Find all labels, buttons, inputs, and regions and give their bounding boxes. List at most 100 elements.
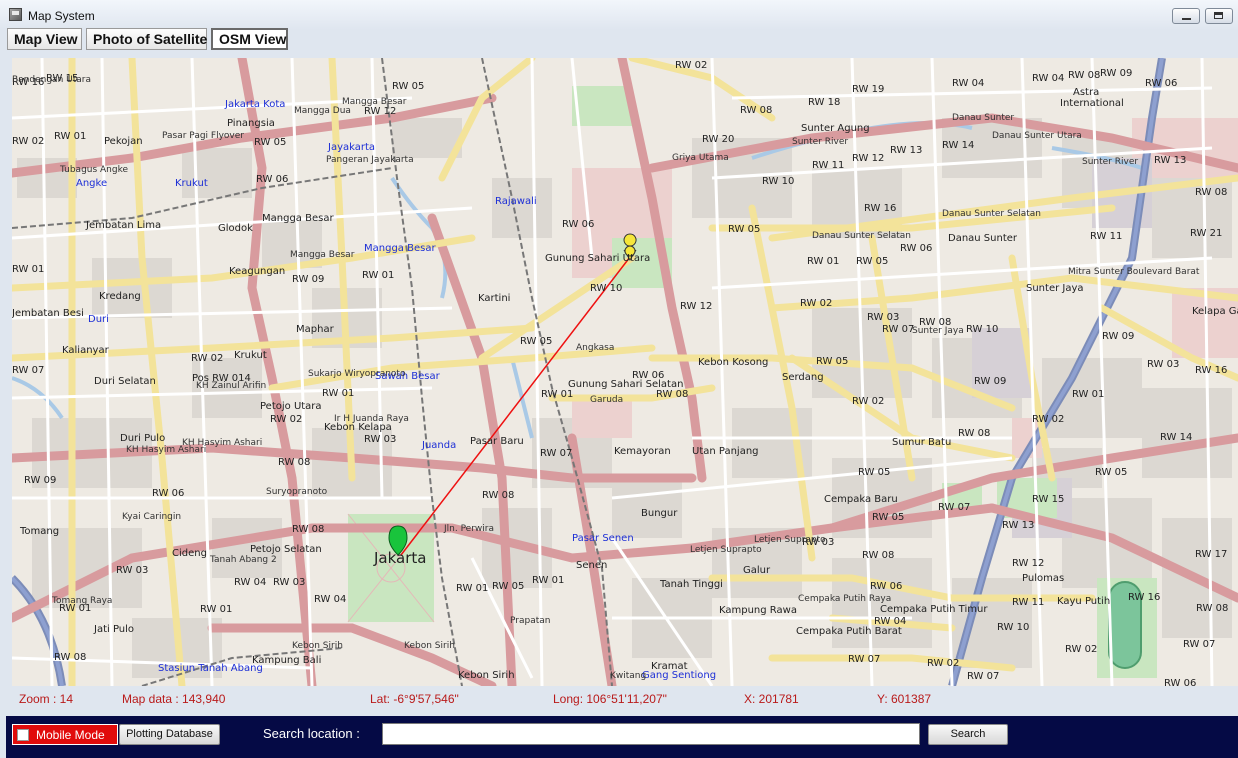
search-location-label: Search location : <box>263 726 360 741</box>
svg-text:RW 01: RW 01 <box>54 131 86 142</box>
svg-text:RW 01: RW 01 <box>807 256 839 267</box>
svg-text:Kartini: Kartini <box>478 293 510 304</box>
svg-text:RW 08: RW 08 <box>1068 70 1100 81</box>
latitude-readout: Lat: -6°9'57,546" <box>370 692 459 706</box>
svg-text:Duri Selatan: Duri Selatan <box>94 376 156 387</box>
svg-text:Petojo Selatan: Petojo Selatan <box>250 544 322 555</box>
svg-text:RW 06: RW 06 <box>870 581 902 592</box>
svg-text:Krukut: Krukut <box>175 178 208 189</box>
svg-text:RW 07: RW 07 <box>12 365 44 376</box>
svg-text:RW 04: RW 04 <box>314 594 346 605</box>
svg-text:RW 09: RW 09 <box>24 475 56 486</box>
svg-text:Letjen Suprapto: Letjen Suprapto <box>690 545 762 555</box>
svg-text:Kyai Caringin: Kyai Caringin <box>122 512 181 522</box>
svg-text:Kalianyar: Kalianyar <box>62 345 110 356</box>
svg-text:Griya Utama: Griya Utama <box>672 153 729 163</box>
svg-text:Gunung Sahari Utara: Gunung Sahari Utara <box>545 253 650 264</box>
x-readout: X: 201781 <box>744 692 799 706</box>
svg-text:RW 03: RW 03 <box>1147 359 1179 370</box>
svg-text:RW 06: RW 06 <box>1145 78 1177 89</box>
tab-map-view[interactable]: Map View <box>7 28 82 50</box>
svg-text:RW 06: RW 06 <box>152 488 184 499</box>
svg-text:RW 13: RW 13 <box>1002 520 1034 531</box>
svg-text:Petojo Utara: Petojo Utara <box>260 401 322 412</box>
svg-text:Bungur: Bungur <box>641 508 678 519</box>
minimize-button[interactable] <box>1172 8 1200 24</box>
svg-text:Kampung Rawa: Kampung Rawa <box>719 605 797 616</box>
svg-text:Danau Sunter: Danau Sunter <box>948 233 1018 244</box>
svg-text:Pekojan: Pekojan <box>104 136 143 147</box>
svg-text:Cideng: Cideng <box>172 548 207 559</box>
svg-text:Pasar Senen: Pasar Senen <box>572 533 634 544</box>
svg-text:RW 15: RW 15 <box>1032 494 1064 505</box>
svg-text:RW 08: RW 08 <box>292 524 324 535</box>
svg-text:Glodok: Glodok <box>218 223 253 234</box>
window-title: Map System <box>28 9 95 23</box>
svg-text:Tanah Abang 2: Tanah Abang 2 <box>209 555 277 565</box>
svg-text:RW 09: RW 09 <box>1100 68 1132 79</box>
svg-text:Jakarta Kota: Jakarta Kota <box>224 99 285 110</box>
svg-text:RW 02: RW 02 <box>1032 414 1064 425</box>
svg-text:Tanah Tinggi: Tanah Tinggi <box>659 579 723 590</box>
plotting-database-button[interactable]: Plotting Database <box>119 724 220 745</box>
svg-text:RW 05: RW 05 <box>816 356 848 367</box>
svg-text:RW 02: RW 02 <box>270 414 302 425</box>
svg-text:Angke: Angke <box>76 178 107 189</box>
search-location-input[interactable] <box>382 723 920 745</box>
svg-text:RW 08: RW 08 <box>54 652 86 663</box>
svg-text:Krukut: Krukut <box>234 350 267 361</box>
svg-text:Mangga Dua: Mangga Dua <box>294 106 351 116</box>
svg-text:Keagungan: Keagungan <box>229 266 285 277</box>
svg-text:RW 07: RW 07 <box>882 324 914 335</box>
tab-osm-view[interactable]: OSM View <box>211 28 288 50</box>
osm-map[interactable]: Gunung Sahari Utara Pekojan Pinangsia Je… <box>12 58 1238 686</box>
svg-text:RW 08: RW 08 <box>862 550 894 561</box>
svg-text:Mangga Besar: Mangga Besar <box>290 250 355 260</box>
svg-text:RW 09: RW 09 <box>974 376 1006 387</box>
svg-text:Sunter River: Sunter River <box>1082 157 1138 167</box>
svg-text:Danau Sunter: Danau Sunter <box>952 113 1014 123</box>
svg-text:Danau Sunter Selatan: Danau Sunter Selatan <box>942 209 1041 219</box>
svg-text:RW 14: RW 14 <box>1160 432 1192 443</box>
svg-text:Kayu Putih: Kayu Putih <box>1057 596 1110 607</box>
svg-text:Jayakarta: Jayakarta <box>327 142 375 153</box>
search-button[interactable]: Search <box>928 724 1008 745</box>
svg-text:RW 17: RW 17 <box>1195 549 1227 560</box>
svg-text:RW 05: RW 05 <box>520 336 552 347</box>
maximize-button[interactable] <box>1205 8 1233 24</box>
tab-photo-of-satellite[interactable]: Photo of Satellite <box>86 28 207 50</box>
svg-text:RW 12: RW 12 <box>1012 558 1044 569</box>
svg-text:Ir H Juanda Raya: Ir H Juanda Raya <box>334 414 409 424</box>
mobile-mode-checkbox[interactable] <box>17 729 29 741</box>
svg-text:RW 04: RW 04 <box>1032 73 1064 84</box>
svg-text:Kemayoran: Kemayoran <box>614 446 671 457</box>
svg-text:Kebon Sirih: Kebon Sirih <box>458 670 515 681</box>
svg-text:RW 01: RW 01 <box>362 270 394 281</box>
svg-text:RW 08: RW 08 <box>1196 603 1228 614</box>
svg-text:Cempaka Baru: Cempaka Baru <box>824 494 898 505</box>
svg-text:Tubagus Angke: Tubagus Angke <box>59 165 128 175</box>
svg-text:RW 13: RW 13 <box>1154 155 1186 166</box>
svg-text:RW 21: RW 21 <box>1190 228 1222 239</box>
svg-text:RW 02: RW 02 <box>800 298 832 309</box>
svg-text:Kebon Kosong: Kebon Kosong <box>698 357 768 368</box>
svg-text:RW 04: RW 04 <box>234 577 266 588</box>
svg-text:Kwitang: Kwitang <box>610 671 646 681</box>
svg-text:RW 08: RW 08 <box>1195 187 1227 198</box>
svg-text:Mangga Besar: Mangga Besar <box>262 213 334 224</box>
svg-text:Jln. Perwira: Jln. Perwira <box>443 524 494 534</box>
svg-text:Sunter Jaya: Sunter Jaya <box>912 326 964 336</box>
status-bar: Zoom : 14 Map data : 143,940 Lat: -6°9'5… <box>12 688 1238 710</box>
svg-text:Sunter Agung: Sunter Agung <box>801 123 870 134</box>
svg-text:Maphar: Maphar <box>296 324 335 335</box>
svg-text:RW 01: RW 01 <box>322 388 354 399</box>
svg-text:RW 01: RW 01 <box>12 264 44 275</box>
map-canvas[interactable]: Gunung Sahari Utara Pekojan Pinangsia Je… <box>12 58 1238 686</box>
svg-text:RW 08: RW 08 <box>278 457 310 468</box>
svg-text:RW 05: RW 05 <box>858 467 890 478</box>
mobile-mode-toggle[interactable]: Mobile Mode <box>12 724 118 745</box>
svg-text:Astra: Astra <box>1073 87 1099 98</box>
svg-text:RW 10: RW 10 <box>590 283 622 294</box>
svg-text:Tomang: Tomang <box>19 526 59 537</box>
svg-text:RW 16: RW 16 <box>1128 592 1160 603</box>
